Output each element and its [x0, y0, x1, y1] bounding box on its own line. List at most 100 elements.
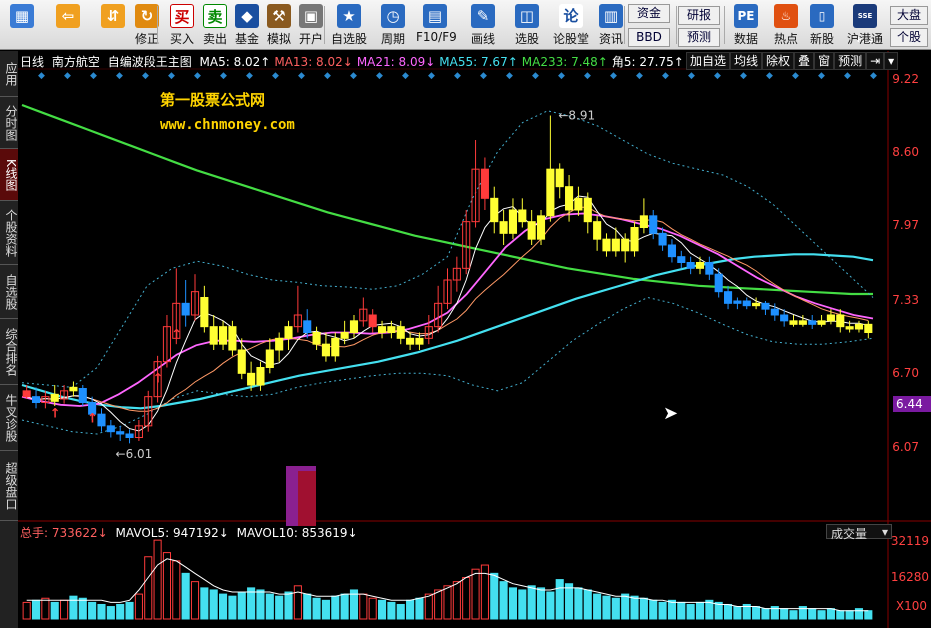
candle[interactable]: [340, 332, 349, 339]
event-marker-icon[interactable]: ◆: [116, 71, 123, 81]
volume-indicator-select[interactable]: 成交量 ▾: [826, 524, 892, 541]
volume-bar[interactable]: [424, 593, 433, 620]
pin-icon[interactable]: ⇥: [866, 52, 885, 70]
toolbar-button-new-stock[interactable]: ▯ 新股: [804, 2, 840, 48]
kline-chart[interactable]: ◆ ◆ ◆ ◆ ◆ ◆ ◆ ◆ ◆ ◆ ◆ ◆ ◆ ◆ ◆ ◆ ◆ ◆ ◆ ◆ ◆ ◆ ◆ ◆ ◆ ◆ ◆ ◆ ◆ ◆ ◆ ◆ ◆ ←8.91 ←6…: [18, 51, 931, 628]
volume-bar[interactable]: [60, 599, 69, 620]
volume-bar[interactable]: [555, 579, 564, 620]
volume-bar[interactable]: [536, 587, 546, 620]
volume-bar[interactable]: [116, 603, 125, 620]
volume-bar[interactable]: [817, 610, 826, 620]
candle[interactable]: [527, 221, 536, 240]
event-marker-icon[interactable]: ◆: [220, 71, 227, 81]
candle[interactable]: [593, 221, 602, 240]
volume-bar[interactable]: [331, 595, 340, 620]
candle[interactable]: [546, 168, 555, 217]
toolbar-button-f10[interactable]: ▤ F10/F9: [416, 2, 457, 48]
candle[interactable]: [667, 244, 676, 258]
volume-bar[interactable]: [78, 597, 87, 620]
period-label[interactable]: 日线: [20, 55, 44, 69]
candle[interactable]: [780, 314, 789, 322]
toolbar-button-lun[interactable]: 论论股堂: [552, 2, 590, 48]
event-marker-icon[interactable]: ◆: [454, 71, 461, 81]
event-marker-icon[interactable]: ◆: [402, 71, 409, 81]
volume-bar[interactable]: [172, 560, 181, 620]
candle[interactable]: [69, 386, 78, 392]
candle[interactable]: [630, 227, 639, 252]
volume-bar[interactable]: [303, 593, 312, 620]
volume-bar[interactable]: [845, 610, 854, 620]
volume-bar[interactable]: [181, 572, 190, 620]
candle[interactable]: [78, 388, 87, 403]
candle[interactable]: [321, 343, 330, 357]
sidebar-item-stock-info[interactable]: 个股资料: [0, 201, 18, 265]
volume-bar[interactable]: [50, 601, 59, 620]
event-marker-icon[interactable]: ◆: [376, 71, 383, 81]
volume-bar[interactable]: [621, 593, 630, 620]
volume-bar[interactable]: [826, 608, 835, 620]
candle[interactable]: [864, 323, 873, 334]
toolbar-button-hk[interactable]: SSE HKE 沪港通: [842, 2, 888, 48]
toolbar-button-star[interactable]: ★ 自选股: [330, 2, 368, 48]
candle[interactable]: [714, 273, 723, 293]
candle[interactable]: [312, 332, 321, 345]
volume-bar[interactable]: [144, 556, 153, 620]
volume-bar[interactable]: [396, 603, 405, 620]
volume-bar[interactable]: [854, 608, 864, 620]
volume-bar[interactable]: [387, 601, 396, 620]
volume-bar[interactable]: [359, 593, 368, 620]
candle[interactable]: [303, 320, 312, 334]
volume-bar[interactable]: [836, 610, 845, 620]
candle[interactable]: [770, 308, 779, 316]
volume-bar[interactable]: [200, 587, 209, 620]
volume-bar[interactable]: [546, 591, 555, 620]
volume-bar[interactable]: [256, 589, 265, 620]
candle[interactable]: [219, 326, 228, 345]
event-marker-icon[interactable]: ◆: [766, 71, 773, 81]
candle[interactable]: [761, 302, 770, 310]
sidebar-item-kline[interactable]: K线图: [0, 149, 18, 201]
volume-bar[interactable]: [649, 599, 658, 620]
candle[interactable]: [349, 320, 359, 334]
event-marker-icon[interactable]: ◆: [324, 71, 331, 81]
event-marker-icon[interactable]: ◆: [246, 71, 253, 81]
event-marker-icon[interactable]: ◆: [350, 71, 357, 81]
candle[interactable]: [368, 314, 377, 328]
candle[interactable]: [247, 372, 256, 386]
event-marker-icon[interactable]: ◆: [506, 71, 513, 81]
volume-bar[interactable]: [733, 606, 742, 620]
candle[interactable]: [836, 314, 845, 328]
event-marker-icon[interactable]: ◆: [298, 71, 305, 81]
volume-bar[interactable]: [275, 595, 284, 620]
candle[interactable]: [733, 300, 742, 304]
candle[interactable]: [686, 262, 695, 269]
candle[interactable]: [789, 320, 798, 325]
volume-bar[interactable]: [677, 601, 686, 620]
toolbar-button-up-down-arrow[interactable]: ⇵: [95, 2, 131, 48]
volume-bar[interactable]: [667, 599, 676, 620]
candle[interactable]: [116, 431, 125, 435]
volume-bar[interactable]: [368, 597, 377, 620]
formula-name[interactable]: 自编波段王主图: [108, 55, 192, 69]
header-button-1[interactable]: 均线: [730, 52, 763, 70]
candle[interactable]: [508, 209, 518, 234]
volume-bar[interactable]: [499, 581, 508, 620]
candle[interactable]: [574, 197, 583, 211]
volume-bar[interactable]: [134, 593, 143, 620]
volume-bar[interactable]: [228, 595, 237, 620]
event-marker-icon[interactable]: ◆: [740, 71, 747, 81]
event-marker-icon[interactable]: ◆: [584, 71, 591, 81]
event-marker-icon[interactable]: ◆: [90, 71, 97, 81]
event-marker-icon[interactable]: ◆: [662, 71, 669, 81]
candle[interactable]: [752, 302, 761, 307]
candle[interactable]: [798, 320, 807, 325]
sidebar-item-order-book[interactable]: 超级盘口: [0, 451, 18, 521]
volume-bar[interactable]: [723, 603, 733, 620]
candle[interactable]: [649, 215, 658, 234]
volume-bar[interactable]: [574, 587, 583, 620]
volume-bar[interactable]: [340, 593, 349, 620]
event-marker-icon[interactable]: ◆: [142, 71, 149, 81]
toolbar-button-window-grid[interactable]: ▦: [4, 2, 40, 48]
toolbar-button-hot[interactable]: ♨ 热点: [768, 2, 804, 48]
event-marker-icon[interactable]: ◆: [792, 71, 799, 81]
